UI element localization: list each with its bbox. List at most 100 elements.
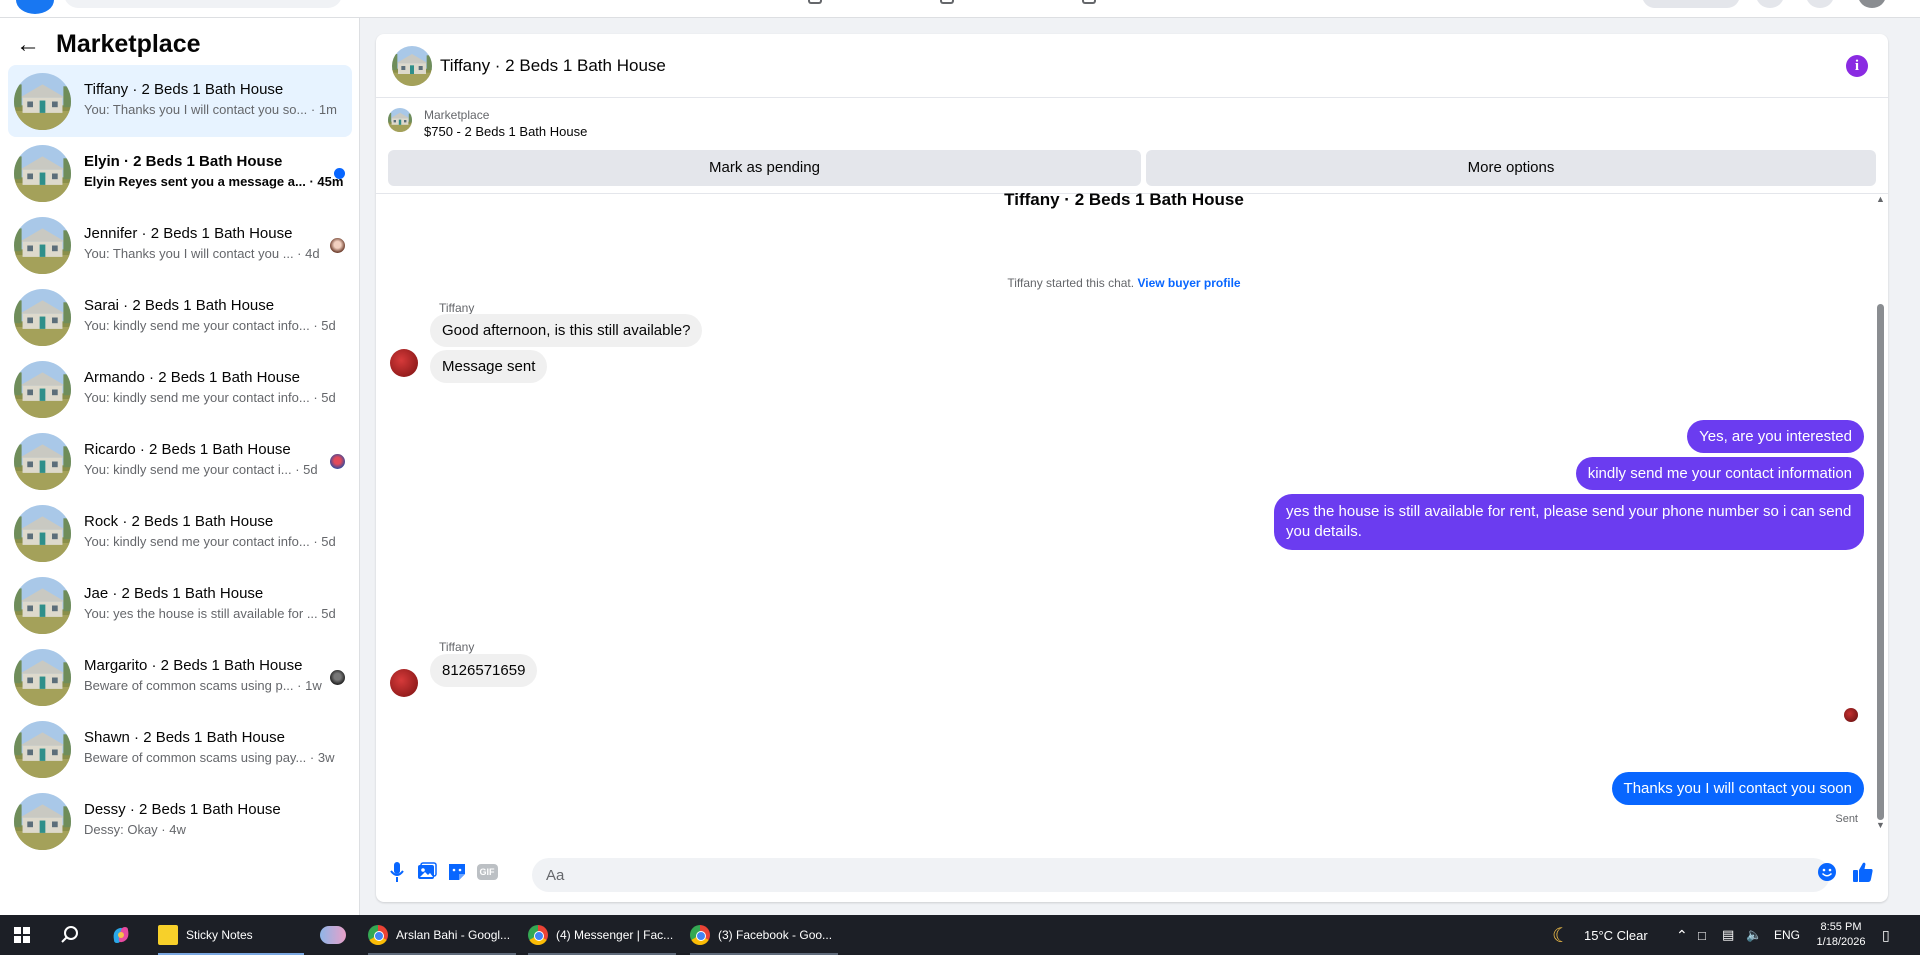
back-arrow-icon[interactable]: ←	[16, 32, 46, 57]
taskbar-chrome-window[interactable]: (3) Facebook - Goo...	[690, 915, 838, 955]
more-options-button[interactable]: More options	[1146, 150, 1876, 186]
account-avatar[interactable]	[1858, 0, 1886, 8]
outgoing-message[interactable]: Thanks you I will contact you soon	[1611, 772, 1864, 805]
top-menu-button[interactable]	[1642, 0, 1740, 8]
copilot-icon[interactable]	[110, 915, 132, 955]
listing-price-title[interactable]: $750 - 2 Beds 1 Bath House	[424, 124, 587, 139]
tray-meet-icon[interactable]: □	[1698, 915, 1706, 955]
conversation-title: Tiffany · 2 Beds 1 Bath House	[84, 81, 284, 98]
taskbar-sticky-notes[interactable]: Sticky Notes	[158, 915, 304, 955]
conversation-title: Armando · 2 Beds 1 Bath House	[84, 369, 300, 386]
tray-language[interactable]: ENG	[1774, 915, 1800, 955]
listing-banner: Marketplace $750 - 2 Beds 1 Bath House M…	[376, 98, 1888, 194]
chrome-icon	[528, 925, 548, 945]
incoming-message[interactable]: Good afternoon, is this still available?	[430, 314, 703, 347]
conversation-item[interactable]: Ricardo · 2 Beds 1 Bath House You: kindl…	[8, 425, 352, 497]
windows-start-icon[interactable]	[14, 915, 30, 955]
conversation-preview: Elyin Reyes sent you a message a... · 45…	[84, 174, 344, 189]
taskbar-search-icon[interactable]	[60, 915, 80, 955]
message-input[interactable]	[532, 858, 1830, 892]
conversation-preview: Beware of common scams using pay... · 3w	[84, 750, 335, 765]
conversation-preview: You: kindly send me your contact info...…	[84, 318, 336, 333]
listing-thumbnail	[14, 361, 71, 418]
info-icon[interactable]: i	[1846, 55, 1868, 77]
sticky-notes-icon	[158, 925, 178, 945]
sticker-icon[interactable]	[446, 861, 468, 883]
taskbar-app-label: (4) Messenger | Fac...	[556, 928, 674, 942]
seen-receipt-avatar	[1844, 708, 1858, 722]
conversation-preview: You: Thanks you I will contact you ... ·…	[84, 246, 320, 261]
seen-by-avatar	[330, 238, 345, 253]
chrome-icon	[690, 925, 710, 945]
nav-home-icon[interactable]	[808, 0, 822, 4]
tray-network-icon[interactable]: ▤	[1722, 915, 1734, 955]
incoming-message[interactable]: 8126571659	[430, 654, 538, 687]
listing-thumbnail[interactable]	[388, 108, 412, 132]
conversation-item[interactable]: Margarito · 2 Beds 1 Bath House Beware o…	[8, 641, 352, 713]
view-buyer-profile-link[interactable]: View buyer profile	[1137, 276, 1240, 290]
mark-as-pending-button[interactable]: Mark as pending	[388, 150, 1141, 186]
conversation-preview: You: yes the house is still available fo…	[84, 606, 336, 621]
taskbar-app-label: (3) Facebook - Goo...	[718, 928, 833, 942]
conversation-item[interactable]: Dessy · 2 Beds 1 Bath House Dessy: Okay …	[8, 785, 352, 857]
notification-center-icon[interactable]: ▯	[1882, 915, 1890, 955]
scroll-up-arrow-icon[interactable]: ▲	[1876, 194, 1885, 204]
outgoing-message[interactable]: Yes, are you interested	[1687, 420, 1864, 453]
tray-chevron-up-icon[interactable]: ⌃	[1676, 915, 1688, 955]
chat-title[interactable]: Tiffany · 2 Beds 1 Bath House	[440, 56, 666, 76]
photo-attach-icon[interactable]	[416, 861, 438, 883]
emoji-icon[interactable]	[1816, 861, 1838, 883]
outgoing-message[interactable]: kindly send me your contact information	[1575, 457, 1864, 490]
taskbar-weather[interactable]: 15°C Clear	[1584, 915, 1648, 955]
listing-thumbnail	[14, 649, 71, 706]
listing-source: Marketplace	[424, 108, 490, 122]
conversation-item[interactable]: Tiffany · 2 Beds 1 Bath House You: Thank…	[8, 65, 352, 137]
conversation-item[interactable]: Elyin · 2 Beds 1 Bath House Elyin Reyes …	[8, 137, 352, 209]
tray-date: 1/18/2026	[1816, 936, 1866, 948]
microphone-icon[interactable]	[386, 861, 408, 883]
taskbar-weather-widget-icon[interactable]	[320, 915, 346, 955]
taskbar-chrome-window[interactable]: (4) Messenger | Fac...	[528, 915, 676, 955]
thread-scrollbar[interactable]	[1877, 304, 1884, 820]
conversation-title: Ricardo · 2 Beds 1 Bath House	[84, 441, 291, 458]
scroll-down-arrow-icon[interactable]: ▼	[1876, 820, 1885, 830]
marketplace-sidebar: ← Marketplace Tiffany · 2 Beds 1 Bath Ho…	[0, 18, 360, 915]
sender-avatar[interactable]	[390, 669, 418, 697]
conversation-item[interactable]: Shawn · 2 Beds 1 Bath House Beware of co…	[8, 713, 352, 785]
conversation-title: Elyin · 2 Beds 1 Bath House	[84, 153, 283, 170]
conversation-title: Jae · 2 Beds 1 Bath House	[84, 585, 264, 602]
facebook-logo-icon[interactable]	[16, 0, 54, 14]
taskbar-chrome-window[interactable]: Arslan Bahi - Googl...	[368, 915, 516, 955]
listing-thumbnail[interactable]	[392, 46, 432, 86]
sender-avatar[interactable]	[390, 349, 418, 377]
like-thumbs-up-icon[interactable]	[1852, 861, 1874, 883]
gif-icon[interactable]: GIF	[476, 861, 498, 883]
nav-groups-icon[interactable]	[1082, 0, 1096, 4]
tray-clock[interactable]: 8:55 PM 1/18/2026	[1806, 915, 1876, 955]
nav-video-icon[interactable]	[940, 0, 954, 4]
taskbar-app-label: Sticky Notes	[186, 928, 253, 942]
conversation-item[interactable]: Jae · 2 Beds 1 Bath House You: yes the h…	[8, 569, 352, 641]
sender-name: Tiffany	[439, 640, 475, 654]
listing-thumbnail	[14, 145, 71, 202]
conversation-item[interactable]: Jennifer · 2 Beds 1 Bath House You: Than…	[8, 209, 352, 281]
chat-started-notice: Tiffany started this chat. View buyer pr…	[376, 276, 1872, 290]
facebook-search-input[interactable]	[64, 0, 342, 8]
weather-moon-icon[interactable]: ☾	[1552, 915, 1570, 955]
message-composer: GIF	[376, 849, 1888, 902]
chat-header: Tiffany · 2 Beds 1 Bath House i	[376, 34, 1888, 98]
conversation-item[interactable]: Armando · 2 Beds 1 Bath House You: kindl…	[8, 353, 352, 425]
conversation-item[interactable]: Rock · 2 Beds 1 Bath House You: kindly s…	[8, 497, 352, 569]
incoming-message[interactable]: Message sent	[430, 350, 548, 383]
tray-time: 8:55 PM	[1820, 921, 1862, 933]
conversation-item[interactable]: Sarai · 2 Beds 1 Bath House You: kindly …	[8, 281, 352, 353]
conversation-title: Margarito · 2 Beds 1 Bath House	[84, 657, 303, 674]
conversation-list: Tiffany · 2 Beds 1 Bath House You: Thank…	[8, 65, 352, 857]
message-thread: Tiffany · 2 Beds 1 Bath House Tiffany st…	[376, 190, 1888, 849]
listing-thumbnail	[14, 505, 71, 562]
tray-volume-icon[interactable]: 🔈	[1746, 915, 1762, 955]
top-messenger-button[interactable]	[1756, 0, 1784, 8]
outgoing-message[interactable]: yes the house is still available for ren…	[1274, 494, 1864, 550]
gif-label: GIF	[476, 864, 498, 880]
top-notifications-button[interactable]	[1806, 0, 1834, 8]
